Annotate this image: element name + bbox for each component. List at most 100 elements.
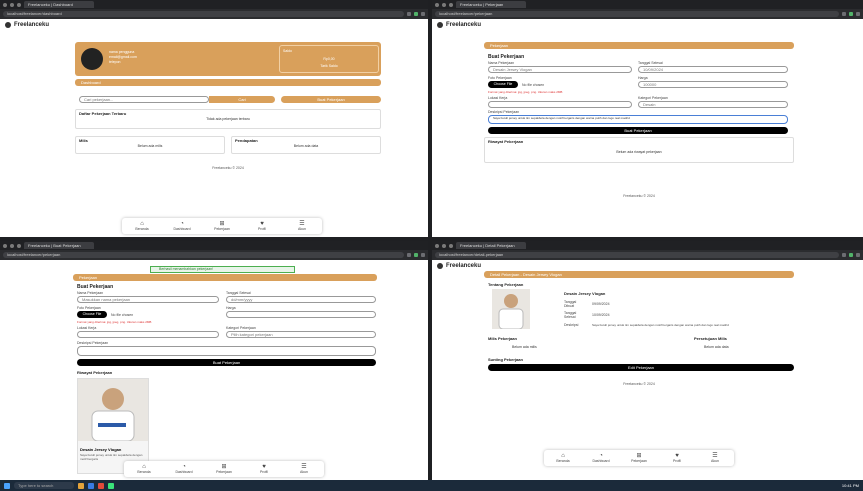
address-bar[interactable]: localhost/freelancer/pekerjaan (3, 252, 404, 258)
nav-home[interactable]: ⌂ Beranda (130, 221, 154, 231)
extension-icon[interactable] (842, 253, 846, 257)
nav-dashboard[interactable]: ◔ Dashboard (172, 464, 196, 474)
extension-icon[interactable] (849, 12, 853, 16)
menu-icon[interactable] (421, 253, 425, 257)
tab-strip: Freelanceku | Pekerjaan (432, 0, 863, 9)
address-bar[interactable]: localhost/freelancer/pekerjaan (435, 11, 839, 17)
nav-jobs[interactable]: ⊞ Pekerjaan (210, 221, 234, 231)
label-category: Kategori Pekerjaan (638, 96, 668, 100)
browser-tab[interactable]: Freelanceku | Pekerjaan (456, 1, 526, 8)
income-section: Pendapatan Belum ada data (231, 136, 381, 154)
address-bar[interactable]: localhost/freelancer/detail-pekerjaan (435, 252, 839, 258)
label-description: Deskripsi Pekerjaan (488, 110, 520, 114)
job-history: Riwayat Pekerjaan Belum ada riwayat peke… (484, 137, 794, 163)
income-title: Pendapatan (235, 138, 258, 143)
job-card[interactable]: Desain Jersey Vlogan Saya butuh jersey u… (77, 378, 149, 474)
search-input[interactable]: Cari pekerjaan... (79, 96, 209, 103)
search-button[interactable]: Cari (209, 96, 275, 103)
card-title: Desain Jersey Vlogan (80, 447, 122, 452)
label-description: Deskripsi Pekerjaan (77, 341, 109, 345)
card-text: Saya butuh jersey untuk tim sepakbola de… (80, 453, 143, 461)
price-input[interactable]: 100000 (638, 81, 788, 88)
taskbar-app-icon[interactable] (88, 482, 94, 489)
milis-title: Milis (79, 138, 88, 143)
extension-icon[interactable] (849, 253, 853, 257)
nav-dashboard[interactable]: ◔ Dashboard (589, 453, 613, 463)
address-bar[interactable]: localhost/freelancer/dashboard (3, 11, 404, 17)
extension-icon[interactable] (407, 12, 411, 16)
nav-profile[interactable]: ♥ Profil (252, 464, 276, 474)
brand-title: Freelanceku (446, 262, 482, 269)
logo-icon (437, 21, 443, 28)
category-select[interactable]: Pilih kategori pekerjaan (226, 331, 376, 338)
location-input[interactable] (488, 101, 632, 108)
price-input[interactable] (226, 311, 376, 318)
taskbar-app-icon[interactable] (98, 482, 104, 489)
label-finish-date: Tanggal Selesai (638, 61, 663, 65)
window-job-detail: Freelanceku | Detail Pekerjaan localhost… (432, 241, 863, 480)
row-desc-value: Saya butuh jersey untuk tim sepakbola de… (592, 323, 729, 327)
location-input[interactable] (77, 331, 219, 338)
menu-icon[interactable] (421, 12, 425, 16)
choose-file-button[interactable]: Choose File (488, 81, 518, 88)
job-name: Desain Jersey Vlogan (564, 291, 606, 296)
menu-icon[interactable] (856, 253, 860, 257)
about-title: Tentang Pekerjaan (488, 282, 524, 287)
form-title: Buat Pekerjaan (77, 284, 114, 290)
browser-tab[interactable]: Freelanceku | Dashboard (24, 1, 94, 8)
taskbar-app-icon[interactable] (108, 482, 114, 489)
label-photo: Foto Pekerjaan (488, 76, 512, 80)
window-controls[interactable] (3, 2, 21, 7)
category-select[interactable]: Desain (638, 101, 788, 108)
nav-jobs[interactable]: ⊞ Pekerjaan (627, 453, 651, 463)
job-name-input[interactable]: Masukkan nama pekerjaan (77, 296, 219, 303)
label-location: Lokasi Kerja (488, 96, 508, 100)
approval-title: Persetujuan Milis (694, 336, 727, 341)
nav-account[interactable]: ☰ Akun (290, 221, 314, 231)
nav-account[interactable]: ☰ Akun (703, 453, 727, 463)
window-controls[interactable] (435, 2, 453, 7)
submit-job-button[interactable]: Buat Pekerjaan (77, 359, 376, 366)
description-textarea[interactable] (77, 346, 376, 356)
menu-icon[interactable] (856, 12, 860, 16)
edit-job-button[interactable]: Edit Pekerjaan (488, 364, 794, 371)
nav-home[interactable]: ⌂ Beranda (551, 453, 575, 463)
brand-title: Freelanceku (14, 21, 50, 28)
footer: Freelanceku © 2024 (623, 194, 655, 198)
job-name-input[interactable]: Desain Jersey Vlogan (488, 66, 632, 73)
windows-start-icon[interactable] (4, 482, 10, 489)
extension-icon[interactable] (407, 253, 411, 257)
description-textarea[interactable]: Saya butuh jersey untuk tim sepakbola de… (488, 115, 788, 124)
browser-tab[interactable]: Freelanceku | Detail Pekerjaan (456, 242, 526, 249)
window-controls[interactable] (3, 243, 21, 248)
label-job-name: Nama Pekerjaan (488, 61, 515, 65)
extension-icon[interactable] (414, 253, 418, 257)
finish-date-input[interactable]: 10/09/2024 (638, 66, 788, 73)
taskbar-app-icon[interactable] (78, 482, 84, 489)
submit-job-button[interactable]: Buat Pekerjaan (488, 127, 788, 134)
file-warning: Format yang diterima: jpg, jpeg, png. Uk… (77, 320, 152, 324)
profile-phone: telepon (109, 60, 121, 64)
window-controls[interactable] (435, 243, 453, 248)
address-bar-row: localhost/freelancer/dashboard (0, 9, 428, 19)
label-category: Kategori Pekerjaan (226, 326, 256, 330)
extension-icon[interactable] (414, 12, 418, 16)
nav-profile[interactable]: ♥ Profil (665, 453, 689, 463)
nav-home[interactable]: ⌂ Beranda (132, 464, 156, 474)
tab-strip: Freelanceku | Buat Pekerjaan (0, 241, 428, 250)
withdraw-button[interactable]: Tarik Saldo (283, 64, 375, 68)
extension-icon[interactable] (842, 12, 846, 16)
app-header: Freelanceku (0, 19, 428, 30)
history-title: Riwayat Pekerjaan (488, 139, 524, 144)
choose-file-button[interactable]: Choose File (77, 311, 107, 318)
finish-date-input[interactable]: dd/mm/yyyy (226, 296, 376, 303)
browser-tab[interactable]: Freelanceku | Buat Pekerjaan (24, 242, 94, 249)
nav-profile[interactable]: ♥ Profil (250, 221, 274, 231)
nav-jobs[interactable]: ⊞ Pekerjaan (212, 464, 236, 474)
form-title: Buat Pekerjaan (488, 54, 525, 60)
taskbar-clock: 10:41 PM (841, 483, 859, 488)
post-job-button[interactable]: Buat Pekerjaan (281, 96, 381, 103)
taskbar-search[interactable]: Type here to search (14, 482, 74, 489)
nav-dashboard[interactable]: ◔ Dashboard (170, 221, 194, 231)
nav-account[interactable]: ☰ Akun (292, 464, 316, 474)
